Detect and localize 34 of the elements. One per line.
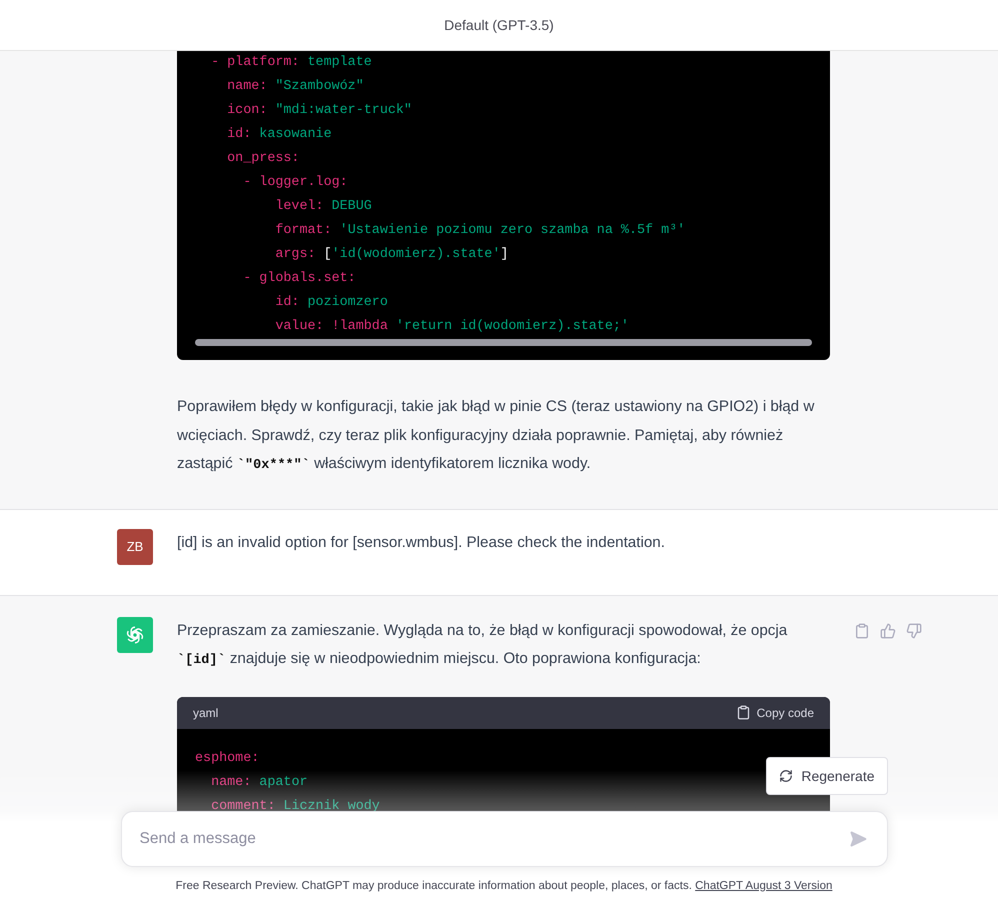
clipboard-icon	[736, 705, 751, 720]
code-line: esphome:	[195, 750, 260, 768]
user-avatar: ZB	[117, 528, 153, 564]
code-line: - platform: template	[210, 54, 372, 72]
model-title: Default (GPT-3.5)	[444, 17, 554, 33]
user-message: [id] is an invalid option for [sensor.wmbus]. Please check the indentation.	[177, 532, 666, 552]
message-field[interactable]: Send a message	[120, 811, 888, 867]
code-line: name: apator	[210, 774, 308, 792]
thumbs-up-icon[interactable]	[880, 622, 896, 638]
code-line: level: DEBUG	[274, 198, 372, 216]
code-line: id: kasowanie	[226, 126, 332, 144]
scrollbar[interactable]	[195, 339, 812, 346]
message-input[interactable]: Send a message	[138, 829, 844, 849]
code-line: value: !lambda 'return id(wodomierz).state;'	[274, 318, 629, 336]
refresh-icon	[779, 769, 794, 783]
code-line: - globals.set:	[242, 270, 356, 288]
copy-icon[interactable]	[854, 622, 870, 638]
code-line: name: "Szambowóz"	[226, 78, 364, 96]
code-line: - logger.log:	[242, 174, 348, 192]
send-icon	[848, 830, 866, 848]
copy-code-button[interactable]: Copy code	[736, 705, 814, 720]
version-link[interactable]: ChatGPT August 3 Version	[695, 880, 832, 892]
code-line: on_press:	[226, 150, 300, 168]
assistant-message: Przepraszam za zamieszanie. Wygląda na to, że błąd w konfiguracji spowodował, że opcja `[id]` znajduje się w nieodpowiednim miejscu. Oto poprawiona konfiguracja:	[177, 620, 788, 670]
code-line: id: poziomzero	[274, 294, 388, 312]
regenerate-button[interactable]: Regenerate	[766, 757, 888, 795]
knot-logo-icon	[124, 624, 146, 646]
code-line: format: 'Ustawienie poziomu zero szamba na %.5f m³'	[274, 222, 686, 240]
assistant-message: Poprawiłem błędy w konfiguracji, takie jak błąd w pinie CS (teraz ustawiony na GPIO2) i błąd w wcięciach. Sprawdź, czy teraz plik konfiguracyjny działa poprawnie. Pamiętaj, aby również zastąpić `"0x***"` właściwym identyfikatorem licznika wody.	[177, 397, 816, 475]
disclaimer-text: Free Research Preview. ChatGPT may produce inaccurate information about people, places, or facts. ChatGPT August 3 Version	[174, 880, 834, 892]
code-line: args: ['id(wodomierz).state']	[274, 246, 508, 264]
code-language: yaml	[193, 706, 218, 720]
thumbs-down-icon[interactable]	[906, 622, 922, 638]
code-line: icon: "mdi:water-truck"	[226, 102, 412, 120]
